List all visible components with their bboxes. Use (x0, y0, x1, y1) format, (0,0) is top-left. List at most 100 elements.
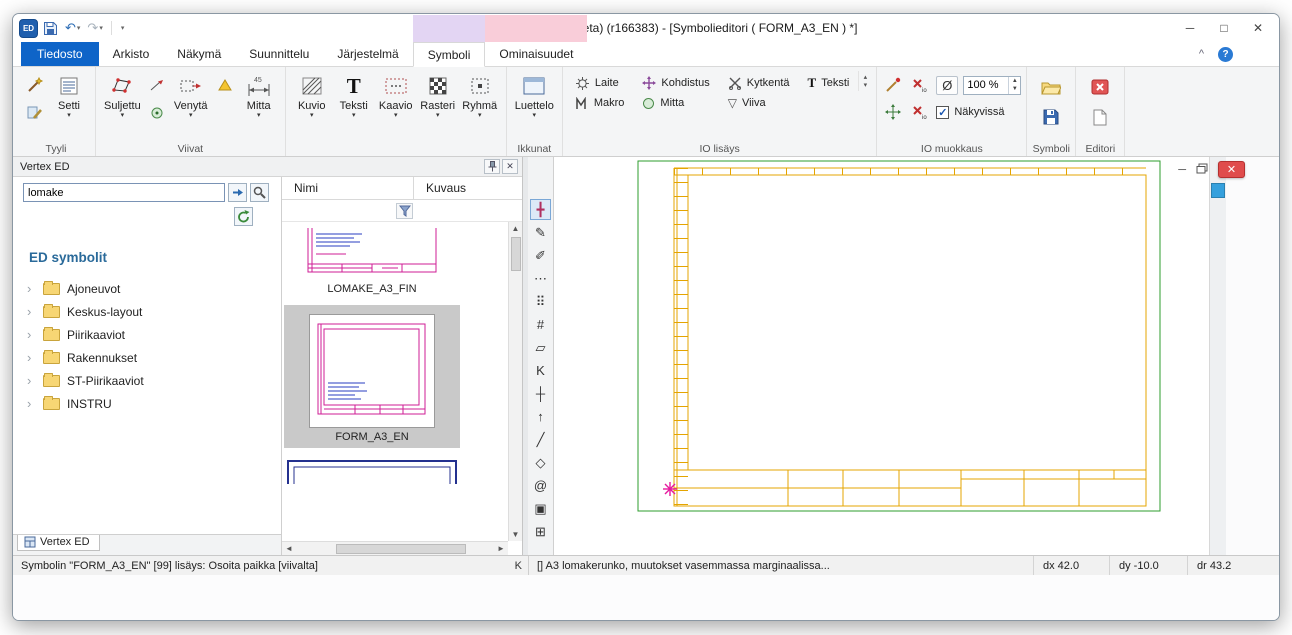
node-dots-icon[interactable]: ⋯ (530, 268, 551, 289)
search-input[interactable] (23, 183, 225, 202)
chevron-right-icon[interactable]: › (27, 350, 43, 365)
slant-arrow-button[interactable] (146, 75, 168, 95)
search-button[interactable] (250, 183, 269, 202)
rasteri-button[interactable]: Rasteri ▾ (417, 71, 459, 121)
scroll-left-icon[interactable]: ◄ (282, 544, 296, 553)
k-factor-icon[interactable]: K (530, 360, 551, 381)
scroll-down-icon[interactable]: ▼ (512, 528, 520, 541)
chevron-right-icon[interactable]: › (27, 281, 43, 296)
tab-ominaisuudet[interactable]: Ominaisuudet (485, 42, 587, 66)
polygon-icon[interactable]: ◇ (530, 452, 551, 473)
tree-item-ajoneuvot[interactable]: ›Ajoneuvot (27, 277, 281, 300)
redo-button[interactable]: ↷▾ (85, 20, 104, 36)
diameter-button[interactable]: Ø (936, 76, 958, 95)
close-editor-button[interactable] (1089, 77, 1111, 97)
tab-tiedosto[interactable]: Tiedosto (21, 42, 99, 66)
chevron-right-icon[interactable]: › (27, 327, 43, 342)
child-restore-button[interactable] (1196, 163, 1208, 177)
list-item[interactable]: LOMAKE_A3_FIN (284, 228, 460, 295)
undo-button[interactable]: ↶▾ (63, 20, 82, 36)
venyta-button[interactable]: Venytä ▾ (170, 71, 212, 121)
close-button[interactable]: ✕ (1241, 16, 1275, 40)
io-remove-button[interactable]: io (909, 102, 931, 122)
tree-item-instru[interactable]: ›INSTRU (27, 392, 281, 415)
tree-item-keskus-layout[interactable]: ›Keskus-layout (27, 300, 281, 323)
list-item-selected[interactable]: FORM_A3_EN (284, 305, 460, 448)
tab-nakyma[interactable]: Näkymä (163, 42, 235, 66)
save-symbol-button[interactable] (1040, 107, 1062, 127)
dock-close-button[interactable]: ✕ (502, 159, 518, 174)
nakyvissa-checkbox[interactable]: ✓ (936, 106, 949, 119)
makro-button[interactable]: Makro (568, 93, 632, 113)
scrollbar-thumb[interactable] (511, 237, 521, 271)
io-move-button[interactable] (882, 102, 904, 122)
style-pick-button[interactable] (24, 75, 46, 95)
scroll-down-icon[interactable]: ▾ (864, 81, 868, 89)
ryhma-button[interactable]: Ryhmä ▾ (459, 71, 501, 121)
minimize-button[interactable]: ─ (1173, 16, 1207, 40)
circle-dot-button[interactable] (146, 103, 168, 123)
kuvio-button[interactable]: Kuvio ▾ (291, 71, 333, 121)
scroll-up-icon[interactable]: ▲ (512, 222, 520, 235)
scrollbar-thumb[interactable] (336, 544, 466, 554)
save-button[interactable] (41, 20, 60, 37)
column-header-kuvaus[interactable]: Kuvaus (414, 177, 522, 199)
scrollbar-thumb[interactable] (1211, 183, 1225, 198)
arrow-up-icon[interactable]: ↑ (530, 406, 551, 427)
luettelo-button[interactable]: Luettelo ▾ (512, 71, 557, 121)
chevron-right-icon[interactable]: › (27, 396, 43, 411)
diagonal-line-icon[interactable]: ╱ (530, 429, 551, 450)
setti-button[interactable]: Setti ▾ (48, 71, 90, 121)
kohdistus-button[interactable]: Kohdistus (635, 73, 716, 93)
tree-item-piirikaaviot[interactable]: ›Piirikaaviot (27, 323, 281, 346)
child-close-button[interactable]: ✕ (1218, 161, 1245, 178)
column-header-nimi[interactable]: Nimi (282, 177, 414, 199)
io-group-scrollbar[interactable]: ▴ ▾ (858, 71, 871, 91)
list-item[interactable] (284, 458, 460, 484)
new-document-button[interactable] (1089, 107, 1111, 127)
draw-pen-icon[interactable]: ✎ (530, 222, 551, 243)
maximize-button[interactable]: □ (1207, 16, 1241, 40)
canvas-vertical-scrollbar[interactable] (1209, 157, 1226, 555)
parallelogram-icon[interactable]: ▱ (530, 337, 551, 358)
laite-button[interactable]: Laite (568, 73, 632, 93)
tree-item-st-piirikaaviot[interactable]: ›ST-Piirikaaviot (27, 369, 281, 392)
mitta-button[interactable]: 45 Mitta ▾ (238, 71, 280, 121)
chevron-right-icon[interactable]: › (27, 304, 43, 319)
zoom-input[interactable] (964, 77, 1008, 94)
dock-tab-vertex-ed[interactable]: Vertex ED (17, 535, 100, 551)
pin-button[interactable] (484, 159, 500, 174)
windows-cascade-icon[interactable]: ▣ (530, 498, 551, 519)
kytkenta-button[interactable]: Kytkentä (721, 73, 797, 93)
help-icon[interactable]: ? (1218, 47, 1233, 62)
open-symbol-button[interactable] (1040, 77, 1062, 97)
viiva-button[interactable]: ▽ Viiva (721, 93, 797, 113)
app-icon[interactable]: ED (19, 19, 38, 38)
tab-suunnittelu[interactable]: Suunnittelu (235, 42, 323, 66)
suljettu-button[interactable]: Suljettu ▾ (101, 71, 144, 121)
list-horizontal-scrollbar[interactable]: ◄ ► (282, 541, 508, 555)
chevron-right-icon[interactable]: › (27, 373, 43, 388)
child-minimize-button[interactable]: ─ (1178, 164, 1186, 176)
snap-cross-icon[interactable]: ┼ (530, 383, 551, 404)
teksti-button[interactable]: T Teksti ▾ (333, 71, 375, 121)
list-vertical-scrollbar[interactable]: ▲ ▼ (508, 222, 522, 541)
window-single-icon[interactable]: ⊞ (530, 521, 551, 542)
tree-item-rakennukset[interactable]: ›Rakennukset (27, 346, 281, 369)
spiral-icon[interactable]: @ (530, 475, 551, 496)
style-edit-button[interactable] (24, 103, 46, 123)
pen-arrow-icon[interactable]: ✐ (530, 245, 551, 266)
tab-symboli[interactable]: Symboli (413, 42, 486, 67)
zoom-down-icon[interactable]: ▼ (1009, 85, 1020, 94)
scroll-up-icon[interactable]: ▴ (864, 73, 868, 81)
mitta-io-button[interactable]: Mitta (635, 93, 716, 113)
refresh-button[interactable] (234, 207, 253, 226)
scroll-right-icon[interactable]: ► (494, 544, 508, 553)
kaavio-button[interactable]: Kaavio ▾ (375, 71, 417, 121)
snap-target-icon[interactable]: ╋ (530, 199, 551, 220)
collapse-ribbon-icon[interactable]: ^ (1199, 48, 1204, 60)
grid-icon[interactable]: # (530, 314, 551, 335)
tab-arkisto[interactable]: Arkisto (99, 42, 164, 66)
search-go-button[interactable] (228, 183, 247, 202)
customize-qat-button[interactable]: ▾ (118, 23, 127, 33)
